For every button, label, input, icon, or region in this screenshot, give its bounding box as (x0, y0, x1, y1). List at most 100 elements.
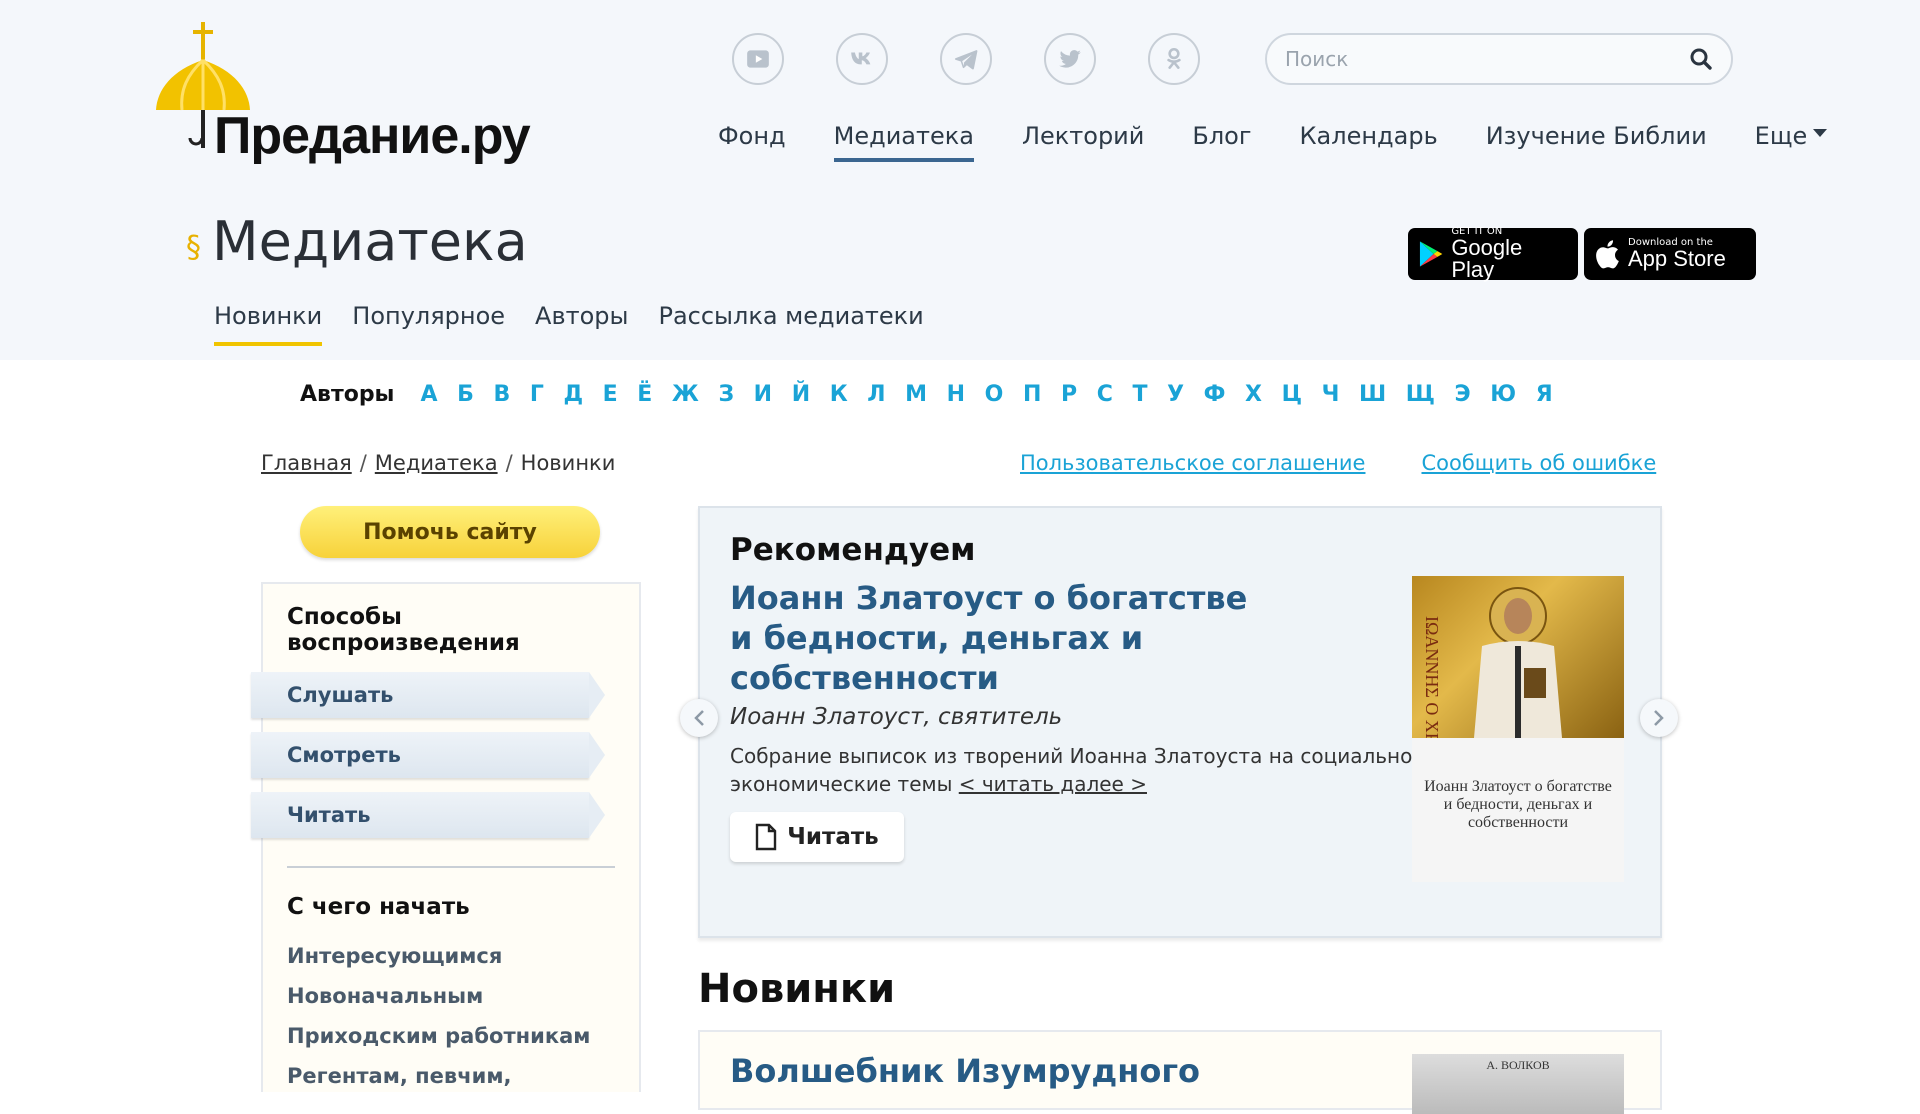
tab-authors[interactable]: Авторы (535, 302, 628, 340)
new-items-heading: Новинки (698, 966, 896, 1012)
alphabet-letter[interactable]: Х (1245, 382, 1262, 407)
new-item-title[interactable]: Волшебник Изумрудного (730, 1052, 1200, 1090)
nav-blog[interactable]: Блог (1192, 122, 1251, 162)
alphabet-letter[interactable]: Т (1132, 382, 1147, 407)
alphabet-letter[interactable]: У (1167, 382, 1184, 407)
read-more-link[interactable]: < читать далее > (959, 772, 1147, 796)
start-link-parish-workers[interactable]: Приходским работникам (287, 1024, 639, 1048)
alphabet-letter[interactable]: Ш (1359, 382, 1386, 407)
tab-new[interactable]: Новинки (214, 302, 323, 346)
start-link-beginners[interactable]: Новоначальным (287, 984, 639, 1008)
tab-newsletter[interactable]: Рассылка медиатеки (658, 302, 923, 340)
site-logo[interactable]: Предание.ру (148, 10, 531, 165)
mode-watch[interactable]: Смотреть (251, 732, 605, 778)
recommended-title[interactable]: Иоанн Златоуст о богатстве и бедности, д… (730, 578, 1270, 698)
start-title: С чего начать (287, 894, 470, 920)
alphabet-letter[interactable]: Г (530, 382, 544, 407)
new-item-card: Волшебник Изумрудного А. ВОЛКОВ (698, 1030, 1662, 1114)
odnoklassniki-icon[interactable] (1148, 33, 1200, 85)
nav-more[interactable]: Еще (1755, 122, 1828, 162)
chevron-down-icon (1813, 129, 1828, 137)
alphabet-letter[interactable]: А (420, 382, 437, 407)
mosaic-letters: ΙΩΑΝΝΗΣ Ο ΧΡΥΣΟΣΤΟΜΟΣ (1422, 616, 1442, 738)
read-button[interactable]: Читать (730, 812, 904, 862)
alphabet-letter[interactable]: Ю (1490, 382, 1516, 407)
alphabet-letter[interactable]: Р (1061, 382, 1077, 407)
tab-popular[interactable]: Популярное (352, 302, 505, 340)
alphabet-letter[interactable]: Е (603, 382, 618, 407)
start-link-interested[interactable]: Интересующимся (287, 944, 639, 968)
chevron-right-icon (1654, 710, 1664, 726)
new-item-cover-author: А. ВОЛКОВ (1486, 1058, 1550, 1072)
alphabet-letter[interactable]: Н (947, 382, 965, 407)
google-play-big: Google Play (1451, 235, 1523, 282)
nav-more-label: Еще (1754, 122, 1808, 150)
carousel-next-button[interactable] (1640, 699, 1678, 737)
youtube-icon[interactable] (732, 33, 784, 85)
alphabet-letter[interactable]: Л (867, 382, 885, 407)
cover-mosaic-image: ΙΩΑΝΝΗΣ Ο ΧΡΥΣΟΣΤΟΜΟΣ (1412, 576, 1624, 738)
chevron-left-icon (694, 710, 704, 726)
vk-icon[interactable] (836, 33, 888, 85)
alphabet-letter[interactable]: Ё (637, 382, 652, 407)
breadcrumb-home[interactable]: Главная (261, 451, 352, 475)
page-title: Медиатека (212, 210, 528, 273)
search-icon[interactable] (1681, 39, 1721, 79)
alphabet-letter[interactable]: Д (563, 382, 583, 407)
alphabet-letter[interactable]: З (718, 382, 734, 407)
alphabet-letter[interactable]: К (830, 382, 848, 407)
carousel-prev-button[interactable] (680, 699, 718, 737)
twitter-icon[interactable] (1044, 33, 1096, 85)
start-link-choir[interactable]: Регентам, певчим, (287, 1064, 639, 1088)
alphabet-letter[interactable]: П (1023, 382, 1041, 407)
new-item-cover[interactable]: А. ВОЛКОВ (1412, 1054, 1624, 1114)
nav-fond[interactable]: Фонд (718, 122, 786, 162)
google-play-badge[interactable]: GET IT ON Google Play (1408, 227, 1578, 282)
playback-modes-title: Способы воспроизведения (287, 604, 520, 656)
recommended-author[interactable]: Иоанн Златоуст, святитель (730, 704, 1062, 730)
sidebar-divider (287, 866, 615, 868)
alphabet-label: Авторы (300, 382, 395, 407)
recommended-card: Рекомендуем Иоанн Златоуст о богатстве и… (698, 506, 1662, 938)
sidebar: Способы воспроизведения Слушать Смотреть… (251, 582, 641, 1092)
nav-bible-study[interactable]: Изучение Библии (1486, 122, 1707, 162)
alphabet-letter[interactable]: Й (792, 382, 810, 407)
book-cover[interactable]: ΙΩΑΝΝΗΣ Ο ΧΡΥΣΟΣΤΟΜΟΣ Иоанн Златоуст о б… (1412, 576, 1624, 882)
donate-button[interactable]: Помочь сайту (300, 506, 600, 558)
breadcrumb-current: Новинки (520, 451, 616, 475)
alphabet-letter[interactable]: Ж (672, 382, 699, 407)
alphabet-letter[interactable]: С (1097, 382, 1113, 407)
telegram-icon[interactable] (940, 33, 992, 85)
breadcrumb-separator: / (359, 451, 367, 475)
service-links: Пользовательское соглашение Сообщить об … (1020, 451, 1656, 475)
social-links (732, 33, 1200, 85)
nav-mediateka[interactable]: Медиатека (833, 122, 975, 162)
nav-calendar[interactable]: Календарь (1299, 122, 1437, 162)
main-navigation: Фонд Медиатека Лекторий Блог Календарь И… (718, 122, 1828, 162)
alphabet-letter[interactable]: Щ (1406, 382, 1435, 407)
breadcrumb-separator: / (505, 451, 513, 475)
alphabet-letter[interactable]: Ц (1282, 382, 1302, 407)
app-store-badge[interactable]: Download on the App Store (1584, 228, 1756, 280)
mode-read[interactable]: Читать (251, 792, 605, 838)
breadcrumb: Главная / Медиатека / Новинки (261, 451, 615, 475)
user-agreement-link[interactable]: Пользовательское соглашение (1020, 451, 1365, 475)
alphabet-letter[interactable]: М (905, 382, 927, 407)
alphabet-letter[interactable]: И (754, 382, 772, 407)
alphabet-letter[interactable]: Б (457, 382, 474, 407)
mode-listen[interactable]: Слушать (251, 672, 605, 718)
alphabet-letter[interactable]: Ч (1322, 382, 1340, 407)
report-error-link[interactable]: Сообщить об ошибке (1421, 451, 1656, 475)
recommended-label: Рекомендуем (730, 532, 976, 568)
search-input[interactable] (1267, 47, 1681, 71)
logo-text: Предание.ру (214, 107, 531, 165)
breadcrumb-media[interactable]: Медиатека (375, 451, 498, 475)
google-play-icon (1419, 241, 1443, 267)
alphabet-letter[interactable]: Я (1536, 382, 1553, 407)
nav-lektoriy[interactable]: Лекторий (1022, 122, 1144, 162)
alphabet-letter[interactable]: Э (1455, 382, 1471, 407)
document-icon (756, 823, 777, 851)
alphabet-letter[interactable]: В (493, 382, 510, 407)
alphabet-letter[interactable]: О (985, 382, 1004, 407)
alphabet-letter[interactable]: Ф (1204, 382, 1226, 407)
